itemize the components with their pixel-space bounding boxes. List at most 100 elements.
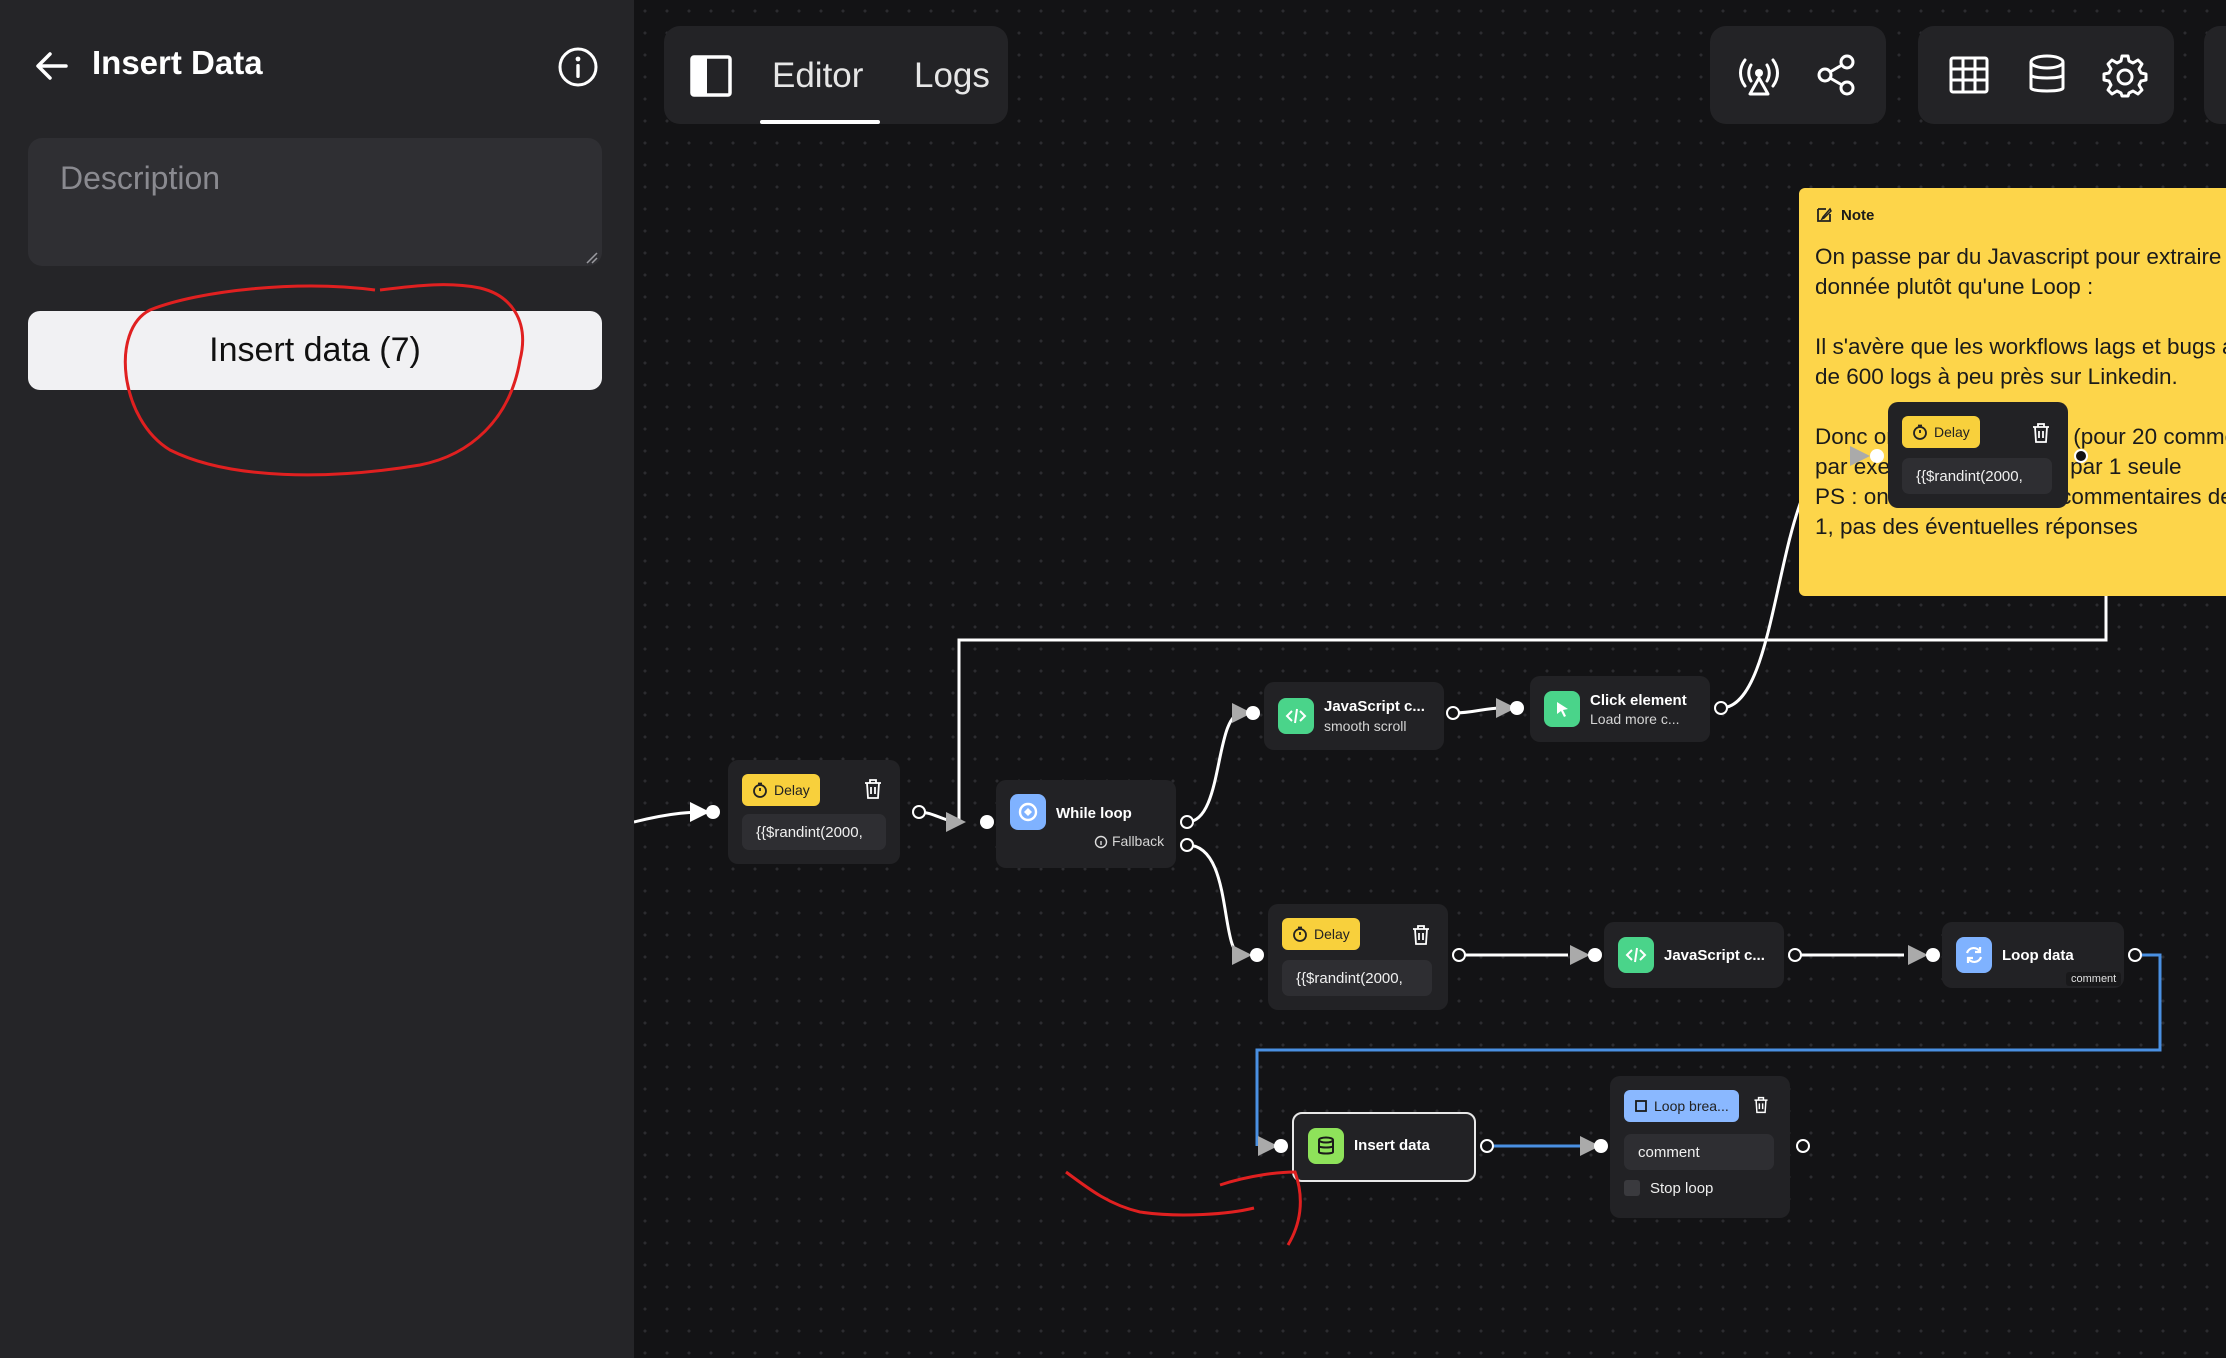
sidebar-title: Insert Data xyxy=(92,44,263,81)
arrowhead xyxy=(1850,446,1870,466)
share-icon[interactable] xyxy=(1814,52,1860,98)
tab-editor-underline xyxy=(760,120,880,124)
table-icon[interactable] xyxy=(1946,52,1992,98)
wire-fallback-delay xyxy=(1186,843,1243,957)
delay-node-left[interactable]: Delay {{$randint(2000, xyxy=(728,760,900,864)
broadcast-icon[interactable] xyxy=(1736,52,1782,98)
port-out[interactable] xyxy=(1480,1139,1494,1153)
delay-node-bottom[interactable]: Delay {{$randint(2000, xyxy=(1268,904,1448,1010)
click-icon-box xyxy=(1544,691,1580,727)
sidebar-toggle-icon[interactable] xyxy=(688,53,734,99)
port-in[interactable] xyxy=(1274,1139,1288,1153)
delay-badge-label: Delay xyxy=(774,782,810,798)
loop-data-tag: comment xyxy=(2066,972,2122,986)
cursor-click-icon xyxy=(1557,702,1568,717)
loop-break-badge-label: Loop brea... xyxy=(1654,1098,1729,1114)
sidebar: Insert Data Description Insert data (7) xyxy=(0,0,634,1358)
tab-editor[interactable]: Editor xyxy=(772,56,863,96)
port-in[interactable] xyxy=(1246,706,1260,720)
trash-icon[interactable] xyxy=(1752,1096,1770,1114)
port-in[interactable] xyxy=(1588,948,1602,962)
loop-data-node[interactable]: Loop data comment xyxy=(1942,922,2124,988)
stop-square-icon xyxy=(1635,1100,1647,1112)
note-header: Note xyxy=(1815,206,1874,224)
js-icon-box xyxy=(1278,698,1314,734)
settings-gear-icon[interactable] xyxy=(2102,52,2148,98)
trash-icon[interactable] xyxy=(2030,422,2052,444)
refresh-loop-icon xyxy=(1965,946,1983,964)
timer-icon xyxy=(1913,424,1927,440)
loop-break-badge: Loop brea... xyxy=(1624,1090,1739,1122)
code-icon xyxy=(1625,947,1647,963)
port-out[interactable] xyxy=(1446,706,1460,720)
port-out[interactable] xyxy=(2128,948,2142,962)
workflow-canvas[interactable]: Editor Logs Note On passe par du Javascr… xyxy=(634,0,2226,1358)
trash-icon[interactable] xyxy=(1410,924,1432,946)
editor-tabs-panel: Editor Logs xyxy=(664,26,1008,124)
share-panel xyxy=(1710,26,1886,124)
port-out[interactable] xyxy=(1452,948,1466,962)
info-icon[interactable] xyxy=(556,45,600,89)
code-icon xyxy=(1285,708,1307,724)
arrowhead xyxy=(1232,945,1252,965)
delay-node-top[interactable]: Delay {{$randint(2000, xyxy=(1888,402,2068,508)
port-out[interactable] xyxy=(1788,948,1802,962)
database-icon[interactable] xyxy=(2024,52,2070,98)
note-card[interactable]: Note On passe par du Javascript pour ext… xyxy=(1799,188,2226,596)
description-textarea[interactable]: Description xyxy=(28,138,602,266)
port-in[interactable] xyxy=(1926,948,1940,962)
js-scroll-title: JavaScript c... xyxy=(1324,698,1425,715)
back-arrow-icon[interactable] xyxy=(32,46,72,86)
port-in[interactable] xyxy=(1870,449,1884,463)
port-out[interactable] xyxy=(912,805,926,819)
js-icon-box xyxy=(1618,937,1654,973)
fallback-info-icon xyxy=(1094,835,1108,849)
timer-icon xyxy=(1293,926,1307,942)
port-out[interactable] xyxy=(1180,815,1194,829)
port-out[interactable] xyxy=(2074,449,2088,463)
javascript-node-scroll[interactable]: JavaScript c... smooth scroll xyxy=(1264,682,1444,750)
javascript-node-bottom[interactable]: JavaScript c... xyxy=(1604,922,1784,988)
loop-data-title: Loop data xyxy=(2002,947,2074,964)
wire-js-click xyxy=(1453,706,1503,715)
stop-loop-checkbox[interactable] xyxy=(1624,1180,1640,1196)
delay-value-field[interactable]: {{$randint(2000, xyxy=(1902,458,2052,494)
port-in[interactable] xyxy=(1594,1139,1608,1153)
note-title: Note xyxy=(1841,206,1875,224)
port-out[interactable] xyxy=(1714,701,1728,715)
database-icon xyxy=(1318,1136,1334,1155)
trash-icon[interactable] xyxy=(862,778,884,800)
port-out[interactable] xyxy=(1796,1139,1810,1153)
loop-data-icon-box xyxy=(1956,937,1992,973)
delay-value-field[interactable]: {{$randint(2000, xyxy=(742,814,886,850)
js-bottom-title: JavaScript c... xyxy=(1664,947,1765,964)
tab-logs[interactable]: Logs xyxy=(914,56,990,96)
delay-badge-label: Delay xyxy=(1314,926,1350,942)
delay-badge: Delay xyxy=(742,774,820,806)
port-in[interactable] xyxy=(980,815,994,829)
insert-data-icon-box xyxy=(1308,1128,1344,1164)
click-element-subtitle: Load more c... xyxy=(1590,711,1680,727)
wire-while-js xyxy=(1186,711,1243,824)
insert-data-button[interactable]: Insert data (7) xyxy=(28,311,602,390)
loop-break-node[interactable]: Loop brea... comment Stop loop xyxy=(1610,1076,1790,1218)
while-loop-node[interactable]: While loop Fallback xyxy=(996,780,1176,868)
port-in[interactable] xyxy=(706,805,720,819)
delay-value-field[interactable]: {{$randint(2000, xyxy=(1282,960,1432,996)
port-in[interactable] xyxy=(1510,701,1524,715)
while-loop-icon-box xyxy=(1010,794,1046,830)
note-icon xyxy=(1817,207,1832,222)
stop-loop-label: Stop loop xyxy=(1650,1180,1714,1197)
delay-badge: Delay xyxy=(1902,416,1980,448)
port-out-fallback[interactable] xyxy=(1180,838,1194,852)
arrowhead xyxy=(1908,945,1928,965)
click-element-node[interactable]: Click element Load more c... xyxy=(1530,676,1710,742)
arrowhead xyxy=(946,812,966,832)
loop-break-field[interactable]: comment xyxy=(1624,1134,1774,1170)
loop-icon xyxy=(1018,802,1038,822)
resize-grip-icon[interactable] xyxy=(584,250,598,264)
while-loop-title: While loop xyxy=(1056,805,1132,822)
insert-data-title: Insert data xyxy=(1354,1137,1430,1154)
port-in[interactable] xyxy=(1250,948,1264,962)
insert-data-node[interactable]: Insert data xyxy=(1292,1112,1476,1182)
